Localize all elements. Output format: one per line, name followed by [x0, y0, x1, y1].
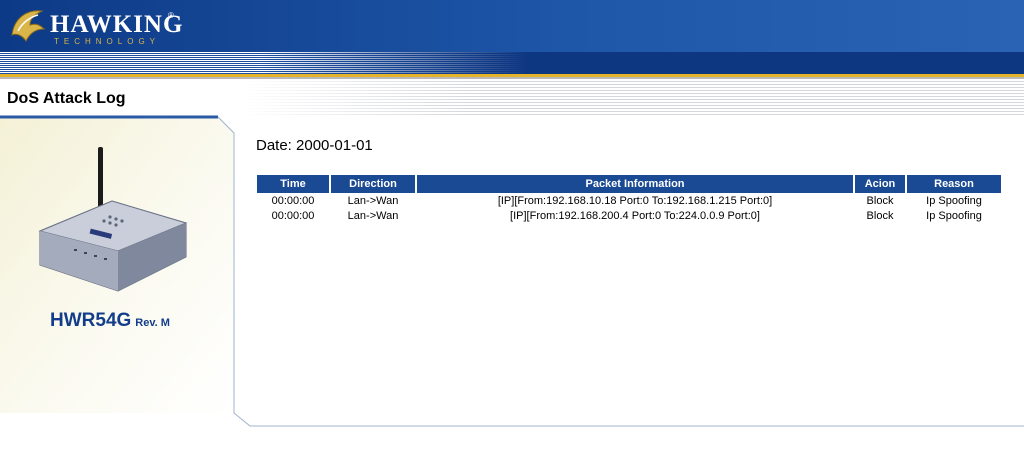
cell-reason: Ip Spoofing	[926, 194, 982, 207]
hawk-icon	[11, 10, 46, 42]
column-header-action: Acion	[855, 175, 905, 193]
cell-direction: Lan->Wan	[347, 209, 399, 222]
title-stripes	[240, 79, 1024, 117]
product-model: HWR54G	[50, 310, 132, 331]
table-row: 00:00:00 Lan->Wan [IP][From:192.168.10.1…	[257, 193, 1001, 208]
header-banner: HAWKING ® TECHNOLOGY	[0, 0, 1024, 52]
cell-action: Block	[866, 194, 894, 207]
content-frame	[0, 115, 1024, 427]
column-header-reason: Reason	[907, 175, 1001, 193]
column-header-direction: Direction	[331, 175, 415, 193]
brand-name: HAWKING	[50, 11, 184, 38]
cell-packet-info: [IP][From:192.168.10.18 Port:0 To:192.16…	[497, 194, 773, 207]
registered-mark: ®	[168, 11, 174, 20]
table-header-row: Time Direction Packet Information Acion …	[257, 175, 1001, 193]
hawking-logo: HAWKING ® TECHNOLOGY	[8, 3, 183, 49]
log-date: Date: 2000-01-01	[256, 137, 373, 154]
page-title: DoS Attack Log	[7, 90, 126, 107]
cell-action: Block	[866, 209, 894, 222]
table-row: 00:00:00 Lan->Wan [IP][From:192.168.200.…	[257, 208, 1001, 223]
cell-time: 00:00:00	[271, 209, 315, 222]
cell-reason: Ip Spoofing	[926, 209, 982, 222]
column-header-time: Time	[257, 175, 329, 193]
column-header-packet-information: Packet Information	[417, 175, 853, 193]
cell-direction: Lan->Wan	[347, 194, 399, 207]
header-stripe-dark	[260, 52, 1024, 74]
cell-time: 00:00:00	[271, 194, 315, 207]
brand-subtitle: TECHNOLOGY	[54, 37, 161, 46]
product-model-label: HWR54G Rev. M	[50, 310, 170, 332]
dos-log-table: Time Direction Packet Information Acion …	[255, 175, 1003, 223]
cell-packet-info: [IP][From:192.168.200.4 Port:0 To:224.0.…	[510, 209, 760, 222]
product-revision: Rev. M	[135, 317, 170, 329]
